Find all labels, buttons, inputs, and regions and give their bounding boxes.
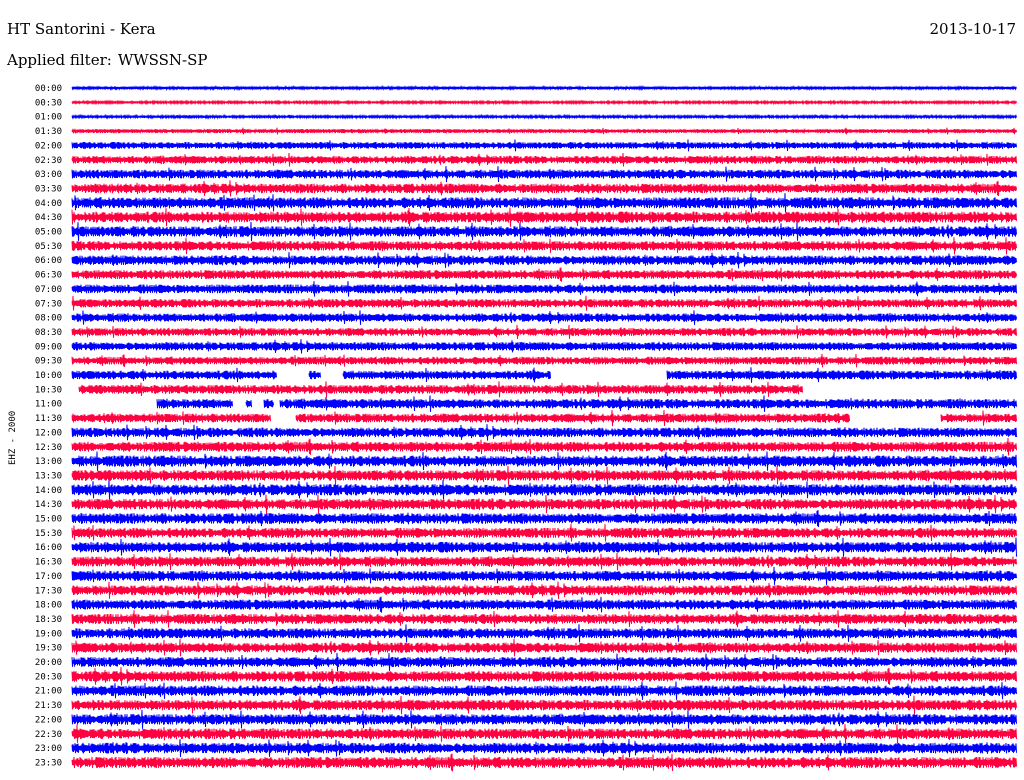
- trace-0700: [71, 281, 1017, 297]
- trace-0030: [71, 99, 1017, 106]
- time-tick-label: 11:30: [35, 414, 62, 424]
- time-tick-label: 11:00: [35, 400, 62, 410]
- trace-1900: [71, 624, 1017, 643]
- time-tick-label: 10:00: [35, 371, 62, 381]
- trace-1800: [71, 596, 1017, 613]
- time-tick-label: 14:30: [35, 500, 62, 510]
- trace-0100: [71, 113, 1017, 120]
- trace-1200: [71, 424, 1017, 441]
- time-tick-label: 20:30: [35, 672, 62, 682]
- time-tick-label: 04:00: [35, 199, 62, 209]
- time-tick-label: 07:30: [35, 299, 62, 309]
- time-tick-label: 15:00: [35, 515, 62, 525]
- time-tick-label: 13:00: [35, 457, 62, 467]
- time-tick-label: 16:30: [35, 558, 62, 568]
- time-tick-label: 05:30: [35, 242, 62, 252]
- time-tick-label: 08:00: [35, 314, 62, 324]
- time-tick-label: 19:30: [35, 644, 62, 654]
- time-tick-label: 18:30: [35, 615, 62, 625]
- time-tick-label: 10:30: [35, 385, 62, 395]
- time-tick-label: 09:30: [35, 357, 62, 367]
- trace-1000: [71, 367, 1017, 383]
- time-tick-label: 18:00: [35, 601, 62, 611]
- trace-1500: [71, 509, 1017, 528]
- trace-2330: [71, 753, 1017, 772]
- time-tick-label: 01:30: [35, 127, 62, 137]
- trace-0400: [71, 193, 1017, 213]
- trace-1300: [71, 451, 1017, 471]
- trace-1230: [71, 437, 1017, 456]
- time-tick-label: 21:30: [35, 701, 62, 711]
- trace-1830: [71, 610, 1017, 628]
- trace-1730: [71, 581, 1017, 599]
- time-tick-label: 15:30: [35, 529, 62, 539]
- time-tick-label: 06:00: [35, 256, 62, 266]
- time-tick-label: 21:00: [35, 687, 62, 697]
- time-tick-label: 01:00: [35, 113, 62, 123]
- trace-1430: [71, 494, 1017, 514]
- trace-0430: [71, 207, 1017, 227]
- trace-0630: [71, 267, 1017, 282]
- trace-0230: [71, 152, 1017, 167]
- time-tick-label: 22:30: [35, 730, 62, 740]
- trace-0000: [71, 84, 1017, 92]
- trace-1600: [71, 537, 1017, 557]
- trace-0200: [71, 139, 1017, 152]
- time-tick-label: 08:30: [35, 328, 62, 338]
- trace-2100: [71, 681, 1017, 700]
- time-tick-label: 17:30: [35, 586, 62, 596]
- trace-2200: [71, 709, 1017, 729]
- time-tick-label: 02:00: [35, 141, 62, 151]
- time-tick-label: 03:30: [35, 184, 62, 194]
- time-tick-label: 06:30: [35, 271, 62, 281]
- trace-2030: [71, 667, 1017, 686]
- time-tick-label: 04:30: [35, 213, 62, 223]
- trace-1030: [78, 381, 803, 398]
- time-tick-label: 12:00: [35, 428, 62, 438]
- trace-0900: [71, 339, 1017, 354]
- trace-0500: [71, 221, 1017, 242]
- trace-0330: [71, 180, 1017, 197]
- trace-0930: [71, 353, 1017, 368]
- time-tick-label: 02:30: [35, 156, 62, 166]
- trace-0130: [71, 127, 1017, 135]
- time-tick-label: 00:30: [35, 98, 62, 108]
- time-tick-label: 23:30: [35, 758, 62, 768]
- time-tick-label: 17:00: [35, 572, 62, 582]
- time-tick-label: 03:00: [35, 170, 62, 180]
- trace-2130: [71, 695, 1017, 715]
- time-tick-label: 14:00: [35, 486, 62, 496]
- time-tick-label: 20:00: [35, 658, 62, 668]
- trace-2300: [71, 738, 1017, 758]
- time-tick-label: 00:00: [35, 84, 62, 94]
- time-tick-label: 07:00: [35, 285, 62, 295]
- trace-0530: [71, 237, 1017, 255]
- trace-1530: [71, 524, 1017, 542]
- trace-1700: [71, 566, 1017, 585]
- trace-1930: [71, 638, 1017, 657]
- time-tick-label: 22:00: [35, 715, 62, 725]
- time-tick-label: 23:00: [35, 744, 62, 754]
- time-tick-label: 05:00: [35, 228, 62, 238]
- trace-2000: [71, 652, 1017, 672]
- time-tick-label: 19:00: [35, 629, 62, 639]
- time-tick-label: 12:30: [35, 443, 62, 453]
- trace-2230: [71, 724, 1017, 744]
- trace-0730: [71, 295, 1017, 311]
- time-tick-label: 13:30: [35, 471, 62, 481]
- time-tick-label: 09:00: [35, 342, 62, 352]
- trace-1330: [71, 465, 1017, 485]
- trace-1130: [71, 409, 1017, 427]
- trace-0300: [71, 166, 1017, 183]
- trace-0830: [71, 324, 1017, 340]
- trace-0600: [71, 251, 1017, 269]
- trace-1100: [156, 395, 1017, 412]
- time-tick-label: 16:00: [35, 543, 62, 553]
- trace-1400: [71, 480, 1017, 500]
- helicorder-plot: 00:00 00:30 01:00 01:30 02:00 02:30 03:00 03:30…: [35, 84, 1017, 772]
- trace-1630: [71, 552, 1017, 571]
- trace-0800: [71, 310, 1017, 325]
